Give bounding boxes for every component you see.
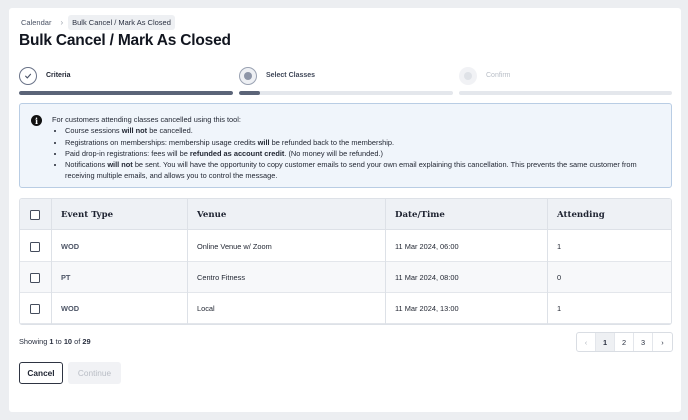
page-title: Bulk Cancel / Mark As Closed [19,32,231,49]
info-item: Registrations on memberships: membership… [65,137,661,148]
info-callout: i For customers attending classes cancel… [19,103,672,188]
info-item: Notifications will not be sent. You will… [65,159,661,182]
check-icon [19,67,37,85]
datetime-cell: 11 Mar 2024, 08:00 [395,273,459,282]
current-step-icon [239,67,257,85]
info-intro: For customers attending classes cancelle… [52,115,241,124]
table-row[interactable]: WOD Local 11 Mar 2024, 13:00 1 [20,293,671,324]
header-datetime[interactable]: Date/Time [395,199,445,230]
cancel-button[interactable]: Cancel [19,362,63,384]
continue-button[interactable]: Continue [68,362,121,384]
classes-table: Event Type Venue Date/Time Attending WOD… [19,198,672,325]
row-checkbox[interactable] [30,272,40,283]
column-divider [51,199,52,324]
event-type-cell: WOD [61,242,80,251]
chevron-right-icon[interactable]: › [653,333,672,351]
breadcrumb-current: Bulk Cancel / Mark As Closed [68,14,175,30]
attending-cell: 0 [557,273,562,282]
info-list: Course sessions will not be cancelled. R… [65,125,661,181]
row-checkbox[interactable] [30,303,40,314]
column-divider [547,199,548,324]
info-item: Paid drop-in registrations: fees will be… [65,148,661,159]
step-label: Confirm [486,72,511,79]
step-label: Criteria [46,72,71,79]
datetime-cell: 11 Mar 2024, 06:00 [395,242,459,251]
column-divider [187,199,188,324]
breadcrumb-calendar-link[interactable]: Calendar [17,16,55,29]
column-divider [385,199,386,324]
step-progress-bar [239,91,453,95]
page-button-3[interactable]: 3 [634,333,653,351]
table-row[interactable]: PT Centro Fitness 11 Mar 2024, 08:00 0 [20,262,671,293]
info-icon: i [31,115,42,126]
chevron-left-icon[interactable]: ‹ [577,333,596,351]
pagination: ‹ 1 2 3 › [576,332,673,352]
venue-cell: Online Venue w/ Zoom [197,242,272,251]
venue-cell: Local [197,304,215,313]
page-button-2[interactable]: 2 [615,333,634,351]
attending-cell: 1 [557,304,562,313]
header-venue[interactable]: Venue [197,199,226,230]
header-attending[interactable]: Attending [557,199,605,230]
table-header: Event Type Venue Date/Time Attending [20,199,671,230]
info-text: For customers attending classes cancelle… [52,114,661,182]
row-checkbox[interactable] [30,241,40,252]
event-type-cell: WOD [61,304,80,313]
step-progress-fill [19,91,233,95]
page-button-1[interactable]: 1 [596,333,615,351]
step-progress-bar [459,91,672,95]
step-progress-bar [19,91,233,95]
step-progress-fill [239,91,261,95]
breadcrumb: Calendar › Bulk Cancel / Mark As Closed [17,14,175,30]
header-event-type[interactable]: Event Type [61,199,113,230]
select-all-cell [30,199,40,230]
table-row[interactable]: WOD Online Venue w/ Zoom 11 Mar 2024, 06… [20,231,671,262]
info-item: Course sessions will not be cancelled. [65,125,661,136]
step-confirm: Confirm [459,67,672,95]
pagination-summary: Showing 1 to 10 of 29 [19,337,91,346]
datetime-cell: 11 Mar 2024, 13:00 [395,304,459,313]
upcoming-step-icon [459,67,477,85]
select-all-checkbox[interactable] [30,209,40,220]
step-select-classes[interactable]: Select Classes [239,67,453,95]
venue-cell: Centro Fitness [197,273,246,282]
event-type-cell: PT [61,273,71,282]
step-label: Select Classes [266,72,316,79]
attending-cell: 1 [557,242,562,251]
chevron-right-icon: › [60,17,64,27]
step-criteria[interactable]: Criteria [19,67,233,95]
